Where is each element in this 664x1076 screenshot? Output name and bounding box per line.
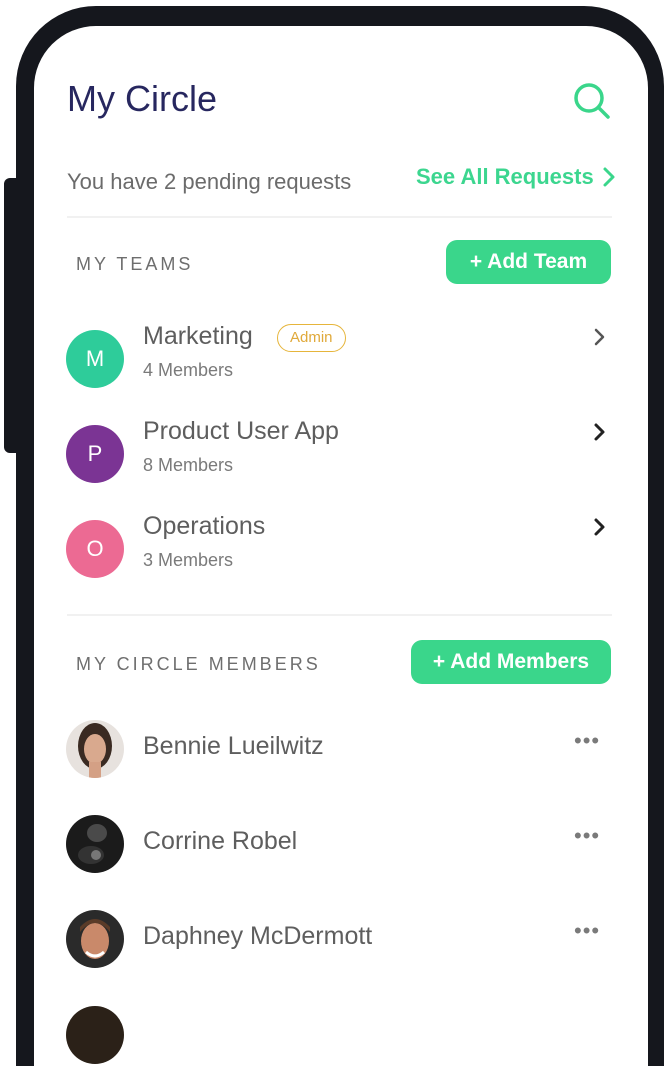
member-name: Daphney McDermott xyxy=(143,922,373,950)
team-name: Marketing xyxy=(143,322,253,350)
search-icon[interactable] xyxy=(570,78,614,122)
member-row[interactable]: Bennie Lueilwitz ••• xyxy=(34,720,648,800)
team-avatar: M xyxy=(66,330,124,388)
add-members-button[interactable]: + Add Members xyxy=(411,640,611,684)
page-title: My Circle xyxy=(67,78,217,119)
member-name: Corrine Robel xyxy=(143,827,298,855)
pending-requests-text: You have 2 pending requests xyxy=(67,169,352,194)
avatar xyxy=(66,1006,124,1064)
more-options-icon[interactable]: ••• xyxy=(574,823,600,849)
team-row-operations[interactable]: O Operations 3 Members xyxy=(34,506,648,586)
team-name: Product User App xyxy=(143,417,339,445)
team-avatar: O xyxy=(66,520,124,578)
admin-badge: Admin xyxy=(277,324,346,352)
more-options-icon[interactable]: ••• xyxy=(574,918,600,944)
divider xyxy=(67,216,612,218)
member-row[interactable]: Corrine Robel ••• xyxy=(34,815,648,895)
my-circle-members-heading: MY CIRCLE MEMBERS xyxy=(76,654,321,674)
divider xyxy=(67,614,612,616)
phone-side-button xyxy=(4,178,16,453)
team-members-count: 4 Members xyxy=(143,360,234,380)
team-row-product-user-app[interactable]: P Product User App 8 Members xyxy=(34,411,648,491)
chevron-right-icon xyxy=(594,423,605,441)
chevron-right-icon xyxy=(594,518,605,536)
team-members-count: 8 Members xyxy=(143,455,234,475)
my-teams-heading: MY TEAMS xyxy=(76,254,194,274)
more-options-icon[interactable]: ••• xyxy=(574,728,600,754)
avatar xyxy=(66,815,124,873)
chevron-right-icon xyxy=(603,167,615,187)
see-all-requests-link[interactable]: See All Requests xyxy=(416,164,616,190)
member-row[interactable]: Daphney McDermott ••• xyxy=(34,910,648,990)
add-team-button[interactable]: + Add Team xyxy=(446,240,611,284)
chevron-right-icon xyxy=(594,328,605,346)
member-name: Bennie Lueilwitz xyxy=(143,732,324,760)
avatar xyxy=(66,720,124,778)
see-all-requests-label: See All Requests xyxy=(416,164,594,189)
team-avatar: P xyxy=(66,425,124,483)
team-row-marketing[interactable]: M Marketing Admin 4 Members xyxy=(34,316,648,396)
app-screen: My Circle You have 2 pending requests Se… xyxy=(34,26,648,1076)
team-name: Operations xyxy=(143,512,266,540)
team-members-count: 3 Members xyxy=(143,550,234,570)
avatar xyxy=(66,910,124,968)
